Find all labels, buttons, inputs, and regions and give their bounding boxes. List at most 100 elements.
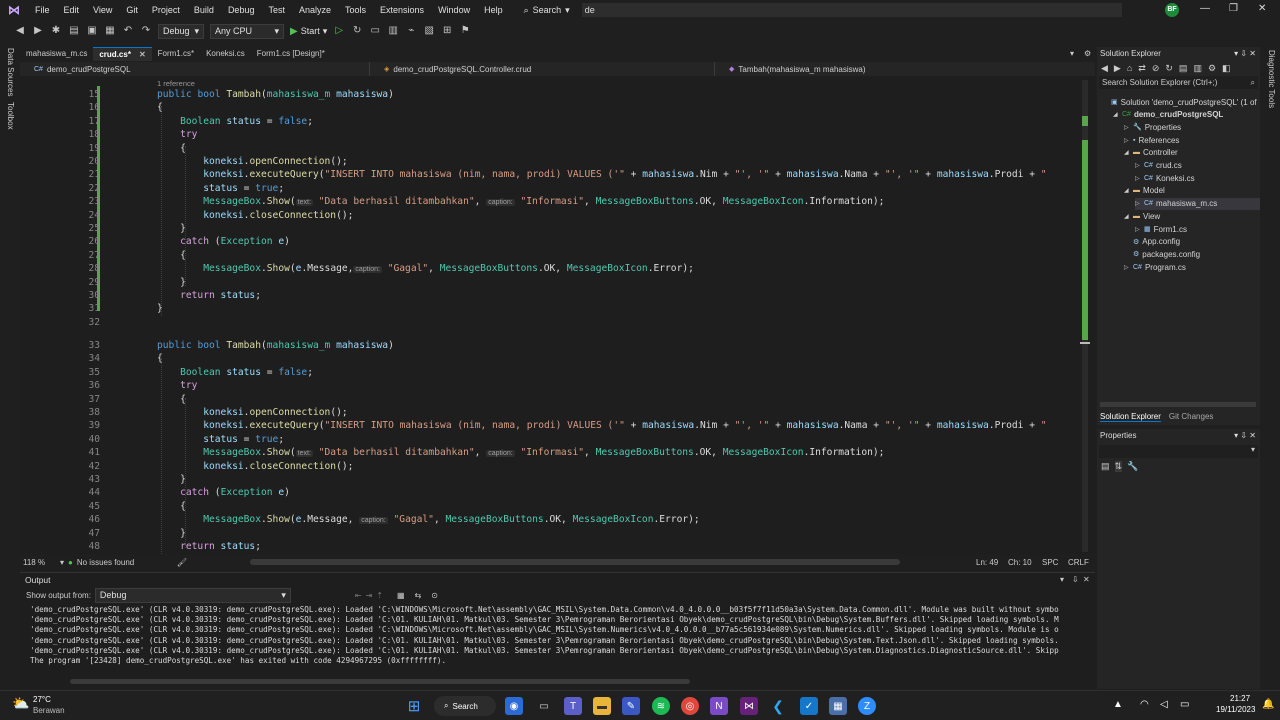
task-view-icon[interactable]: ▭ <box>535 697 553 715</box>
chevron-right-icon[interactable]: ▷ <box>1135 200 1141 207</box>
pen-app-icon[interactable]: ✎ <box>622 697 640 715</box>
open-folder-icon[interactable]: ▤ <box>68 25 80 37</box>
start-windows-icon[interactable]: ⊞ <box>405 697 423 715</box>
forward-icon[interactable]: ▶ <box>1114 63 1121 74</box>
panel-window-controls[interactable]: ▾ ⇩ ✕ <box>1234 47 1260 60</box>
zoom-app-icon[interactable]: Z <box>858 697 876 715</box>
tab-crud[interactable]: crud.cs* ✕ <box>93 47 152 61</box>
navigate-back-icon[interactable]: ◀ <box>14 25 26 37</box>
chevron-right-icon[interactable]: ▷ <box>1135 162 1141 169</box>
weather-temp[interactable]: 27°C <box>33 695 51 704</box>
tree-item[interactable]: ▷ C# Program.cs <box>1124 261 1186 273</box>
output-toolbar-icon[interactable]: ⇥ <box>366 591 373 600</box>
tab-overflow-icon[interactable]: ▾ <box>1070 49 1074 58</box>
minimize-icon[interactable]: — <box>1200 3 1210 14</box>
chevron-down-icon[interactable]: ◢ <box>1124 213 1130 220</box>
navigate-forward-icon[interactable]: ▶ <box>32 25 44 37</box>
app-icon[interactable]: ✓ <box>800 697 818 715</box>
code-editor[interactable]: 1 reference 15 16 17 18 19 20 21 22 23 2… <box>20 76 1095 554</box>
chevron-right-icon[interactable]: ▷ <box>1124 264 1130 271</box>
sync-icon[interactable]: ↻ <box>1165 63 1173 74</box>
new-item-icon[interactable]: ✱ <box>50 25 62 37</box>
panel-window-controls[interactable]: ▾ ⇩ ✕ <box>1234 429 1260 442</box>
chevron-right-icon[interactable]: ▷ <box>1124 137 1130 144</box>
tree-item[interactable]: ▣ Solution 'demo_crudPostgreSQL' (1 of <box>1102 96 1257 108</box>
tree-item[interactable]: ▷ ▪ References <box>1124 134 1179 146</box>
redo-icon[interactable]: ↷ <box>140 25 152 37</box>
editor-horizontal-scrollbar[interactable] <box>250 559 900 565</box>
teams-icon[interactable]: T <box>564 697 582 715</box>
menu-view[interactable]: View <box>86 5 119 15</box>
alphabetical-icon[interactable]: ⇅ <box>1114 461 1123 472</box>
tab-form1[interactable]: Form1.cs* <box>152 47 200 61</box>
tab-form1-design[interactable]: Form1.cs [Design]* <box>251 47 331 61</box>
class-dropdown[interactable]: ◈ demo_crudPostgreSQL.Controller.crud <box>370 62 715 76</box>
chevron-down-icon[interactable]: ◢ <box>1113 111 1119 118</box>
output-source-select[interactable]: Debug ▾ <box>94 587 291 603</box>
whitespace-mode[interactable]: SPC <box>1042 558 1058 567</box>
editor-vertical-scrollbar[interactable] <box>1080 80 1090 552</box>
panel-options-icon[interactable]: ▾ <box>1060 575 1064 584</box>
tree-item[interactable]: ◢ C# demo_crudPostgreSQL <box>1113 109 1223 121</box>
preview-icon[interactable]: ◧ <box>1222 63 1231 74</box>
tree-item[interactable]: ▷ ▦ Form1.cs <box>1135 223 1187 235</box>
line-ending[interactable]: CRLF <box>1068 558 1089 567</box>
volume-icon[interactable]: ◁ <box>1160 699 1168 710</box>
menu-build[interactable]: Build <box>187 5 221 15</box>
collapse-all-icon[interactable]: ▤ <box>1179 63 1188 74</box>
property-pages-icon[interactable]: 🔧 <box>1127 461 1138 472</box>
output-toolbar-icon[interactable]: ⇡ <box>376 591 383 600</box>
menu-window[interactable]: Window <box>431 5 477 15</box>
pending-changes-filter-icon[interactable]: ⊘ <box>1152 63 1160 74</box>
clock-time[interactable]: 21:27 <box>1230 694 1250 703</box>
properties-icon[interactable]: ⚙ <box>1208 63 1216 74</box>
categorized-icon[interactable]: ▤ <box>1101 461 1110 472</box>
close-icon[interactable]: ✕ <box>1083 575 1090 584</box>
menu-test[interactable]: Test <box>261 5 292 15</box>
platform-select[interactable]: Any CPU ▾ <box>210 23 284 39</box>
file-explorer-icon[interactable]: ▬ <box>593 697 611 715</box>
project-dropdown[interactable]: C# demo_crudPostgreSQL <box>20 62 370 76</box>
configuration-select[interactable]: Debug ▾ <box>158 23 204 39</box>
tree-item[interactable]: ▷ C# Koneksi.cs <box>1135 172 1195 184</box>
wifi-icon[interactable]: ◠ <box>1140 699 1149 710</box>
notifications-icon[interactable]: 🔔 <box>1262 699 1274 710</box>
chevron-down-icon[interactable]: ◢ <box>1124 149 1130 156</box>
save-all-icon[interactable]: ▦ <box>104 25 116 37</box>
settings-gear-icon[interactable]: ⚙ <box>1084 49 1091 58</box>
toolbar-misc-icon[interactable]: ▧ <box>423 25 435 37</box>
chevron-down-icon[interactable]: ◢ <box>1124 187 1130 194</box>
cursor-column[interactable]: Ch: 10 <box>1008 558 1032 567</box>
toolbox-tab[interactable]: Toolbox <box>6 102 15 130</box>
taskbar-search[interactable]: ⌕ Search <box>434 696 496 716</box>
cursor-line[interactable]: Ln: 49 <box>976 558 998 567</box>
codelens-references[interactable]: 1 reference <box>157 79 195 88</box>
clock-date[interactable]: 19/11/2023 <box>1216 705 1255 714</box>
issues-status[interactable]: No issues found <box>77 558 177 567</box>
start-button[interactable]: ▶ Start ▾ <box>290 26 327 37</box>
avatar[interactable]: BF <box>1165 3 1179 17</box>
feature-search[interactable]: ⌕ Search ▾ <box>518 5 576 16</box>
back-icon[interactable]: ◀ <box>1101 63 1108 74</box>
chevron-right-icon[interactable]: ▷ <box>1124 124 1130 131</box>
app-icon[interactable]: ▦ <box>829 697 847 715</box>
output-horizontal-scrollbar[interactable] <box>70 679 690 684</box>
home-icon[interactable]: ⌂ <box>1127 63 1132 73</box>
menu-help[interactable]: Help <box>477 5 510 15</box>
menu-git[interactable]: Git <box>119 5 145 15</box>
tree-item[interactable]: ▷ C# mahasiswa_m.cs <box>1135 197 1260 210</box>
tab-koneksi[interactable]: Koneksi.cs <box>200 47 251 61</box>
menu-edit[interactable]: Edit <box>57 5 87 15</box>
pin-icon[interactable]: ⇩ <box>1072 575 1079 584</box>
toolbar-misc-icon[interactable]: ⌁ <box>405 25 417 37</box>
copilot-icon[interactable]: ◉ <box>505 697 523 715</box>
menu-extensions[interactable]: Extensions <box>373 5 431 15</box>
solution-horizontal-scrollbar[interactable] <box>1100 402 1256 407</box>
properties-object-select[interactable]: ▾ <box>1099 445 1258 458</box>
tab-mahasiswa-m[interactable]: mahasiswa_m.cs <box>20 47 93 61</box>
menu-analyze[interactable]: Analyze <box>292 5 338 15</box>
menu-tools[interactable]: Tools <box>338 5 373 15</box>
save-icon[interactable]: ▣ <box>86 25 98 37</box>
chrome-icon[interactable]: ◎ <box>681 697 699 715</box>
data-sources-tab[interactable]: Data Sources <box>6 48 15 96</box>
